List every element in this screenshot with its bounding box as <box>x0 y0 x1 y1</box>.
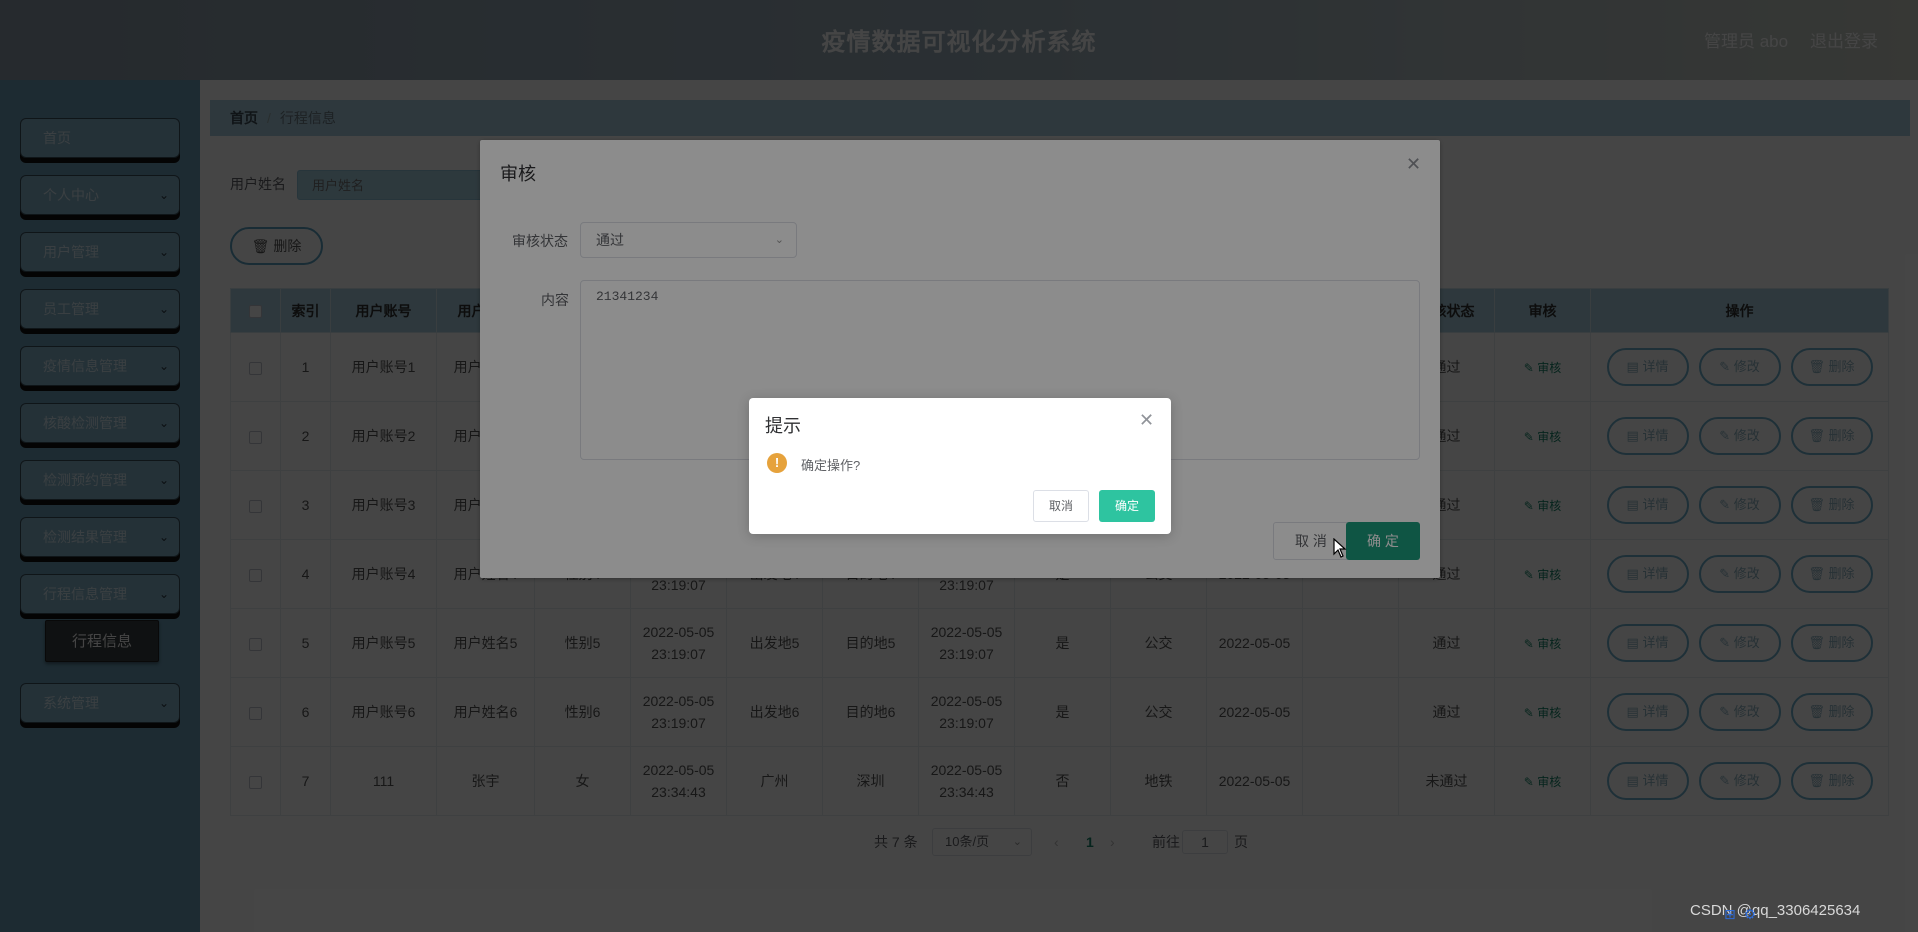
confirm-ok-button[interactable]: 确定 <box>1099 490 1155 522</box>
ime-toolbar-icon: ⊞ ⚙ <box>1724 906 1759 922</box>
confirm-message: 确定操作? <box>801 458 861 473</box>
watermark: CSDN @qq_3306425634 <box>1690 902 1861 919</box>
warning-icon: ! <box>767 453 787 473</box>
confirm-message-box: 提示 ✕ ! 确定操作? 取消 确定 <box>749 398 1171 534</box>
confirm-title: 提示 <box>765 416 801 436</box>
mouse-cursor-icon <box>1333 538 1347 558</box>
close-icon[interactable]: ✕ <box>1139 410 1154 431</box>
confirm-cancel-button[interactable]: 取消 <box>1033 490 1089 522</box>
